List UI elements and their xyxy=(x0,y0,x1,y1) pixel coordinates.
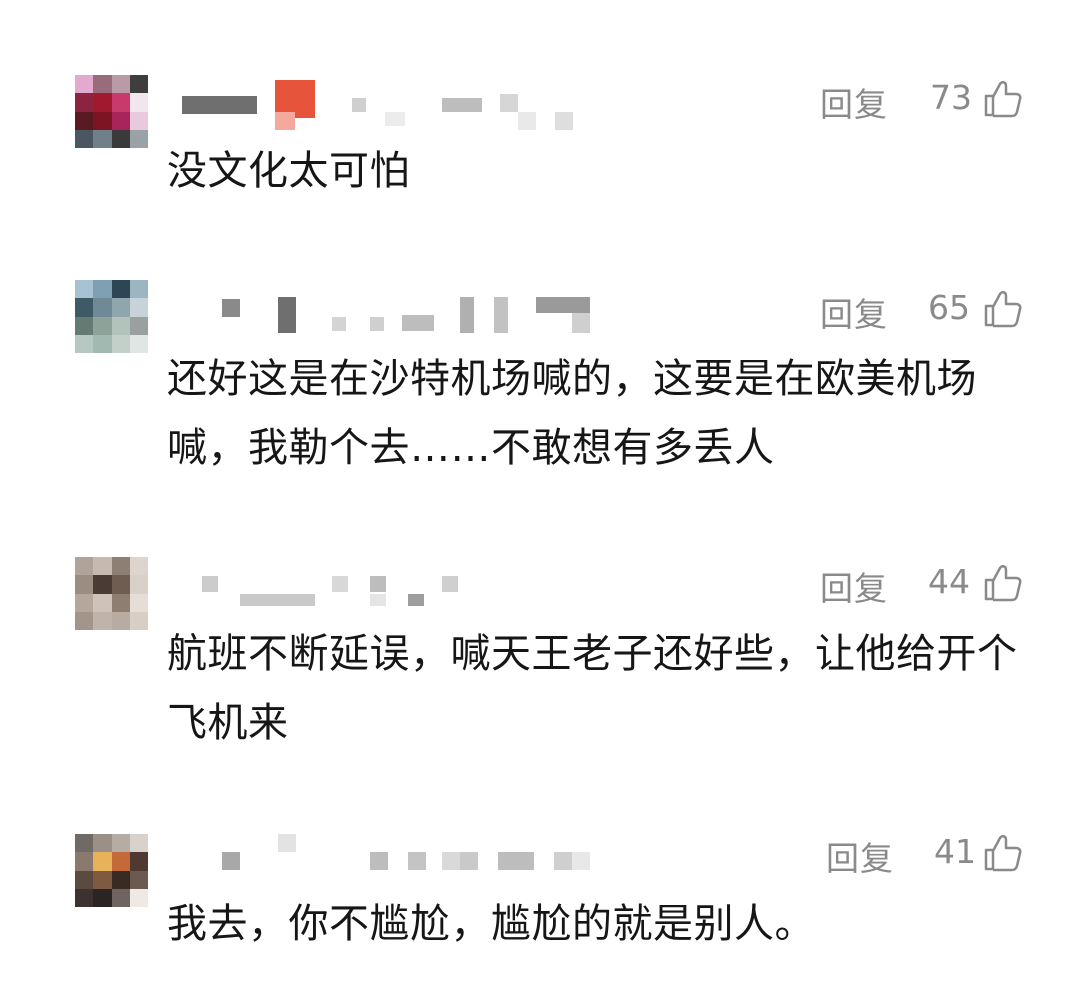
avatar-pixel xyxy=(111,888,130,907)
comment-text: 我去，你不尴尬，尴尬的就是别人。 xyxy=(167,901,815,947)
avatar-pixel xyxy=(111,834,130,853)
avatar-pixel xyxy=(75,834,94,853)
avatar-pixel xyxy=(93,834,112,853)
thumbs-up-icon[interactable] xyxy=(982,833,1022,873)
username-redacted[interactable] xyxy=(170,830,610,890)
avatar-pixel xyxy=(93,870,112,889)
comment-item: 回复 41 我去，你不尴尬，尴尬的就是别人。 xyxy=(0,0,1080,990)
avatar-pixel xyxy=(129,852,148,871)
reply-button[interactable]: 回复 xyxy=(826,832,894,880)
avatar-pixel xyxy=(75,888,94,907)
avatar-pixel xyxy=(111,870,130,889)
avatar-pixel xyxy=(129,870,148,889)
avatar-pixel xyxy=(93,888,112,907)
avatar-pixel xyxy=(129,888,148,907)
avatar[interactable] xyxy=(75,834,148,907)
avatar-pixel xyxy=(75,852,94,871)
avatar-pixel xyxy=(75,870,94,889)
avatar-pixel xyxy=(129,834,148,853)
avatar-pixel xyxy=(111,852,130,871)
avatar-pixel xyxy=(93,852,112,871)
like-count: 41 xyxy=(934,832,976,871)
